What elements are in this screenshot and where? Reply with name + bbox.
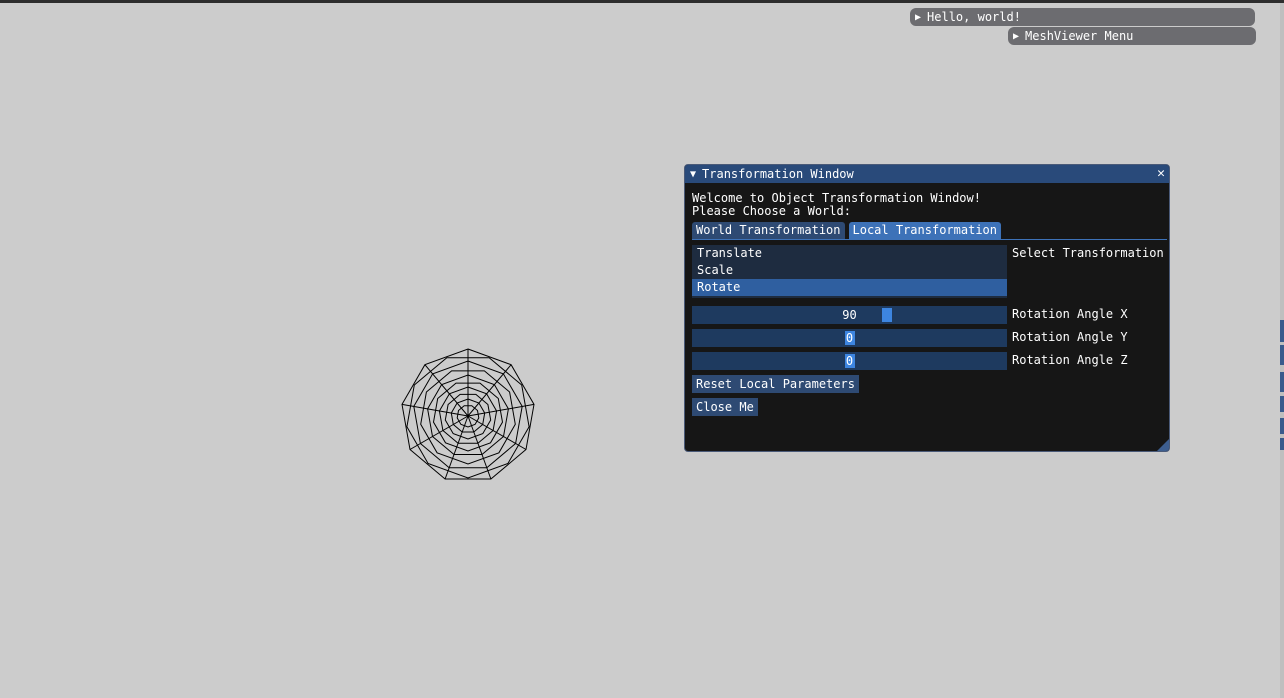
triangle-right-icon: ▶	[1013, 30, 1020, 42]
mesh-spoke	[424, 364, 469, 417]
rotation-x-slider[interactable]: 90	[692, 306, 1007, 324]
transformation-window: ▼ Transformation Window ✕ Welcome to Obj…	[684, 164, 1170, 452]
list-item-scale[interactable]: Scale	[692, 262, 1007, 279]
window-title-bar[interactable]: ▼ Transformation Window ✕	[685, 165, 1169, 183]
close-me-button[interactable]: Close Me	[692, 398, 758, 416]
tab-local-transformation[interactable]: Local Transformation	[848, 222, 1001, 239]
rotation-x-label: Rotation Angle X	[1012, 307, 1128, 321]
window-title: Transformation Window	[702, 167, 854, 181]
tab-world-transformation[interactable]: World Transformation	[692, 222, 845, 239]
right-strip-mark	[1280, 396, 1284, 412]
mesh-wireframe	[401, 348, 535, 480]
resize-grip-icon[interactable]	[1157, 439, 1169, 451]
choose-world-text: Please Choose a World:	[692, 204, 851, 218]
rotation-y-label: Rotation Angle Y	[1012, 330, 1128, 344]
right-strip-mark	[1280, 418, 1284, 434]
list-item-translate[interactable]: Translate	[692, 245, 1007, 262]
transformation-listbox[interactable]: Translate Scale Rotate	[692, 245, 1007, 298]
welcome-text: Welcome to Object Transformation Window!	[692, 191, 981, 205]
rotation-z-value: 0	[845, 354, 854, 368]
right-strip-mark	[1280, 438, 1284, 450]
tab-bar: World Transformation Local Transformatio…	[692, 222, 1001, 239]
reset-local-parameters-button[interactable]: Reset Local Parameters	[692, 375, 859, 393]
meshviewer-menu-title: MeshViewer Menu	[1025, 29, 1134, 43]
hello-world-title: Hello, world!	[927, 10, 1021, 24]
top-border	[0, 0, 1284, 3]
right-strip-mark	[1280, 320, 1284, 342]
hello-world-window[interactable]: ▶ Hello, world!	[910, 8, 1255, 26]
close-icon[interactable]: ✕	[1157, 165, 1165, 183]
right-strip-mark	[1280, 372, 1284, 392]
mesh-spoke	[467, 364, 512, 417]
meshviewer-menu-window[interactable]: ▶ MeshViewer Menu	[1008, 27, 1256, 45]
rotation-z-slider[interactable]: 0	[692, 352, 1007, 370]
tab-underline	[692, 239, 1167, 240]
rotation-z-label: Rotation Angle Z	[1012, 353, 1128, 367]
rotation-y-slider[interactable]: 0	[692, 329, 1007, 347]
rotation-x-value: 90	[842, 308, 857, 322]
listbox-label: Select Transformation	[1012, 246, 1164, 260]
list-item-rotate[interactable]: Rotate	[692, 279, 1007, 296]
triangle-down-icon[interactable]: ▼	[690, 169, 696, 180]
right-strip-mark	[1280, 345, 1284, 365]
rotation-y-value: 0	[845, 331, 854, 345]
triangle-right-icon: ▶	[915, 11, 922, 23]
